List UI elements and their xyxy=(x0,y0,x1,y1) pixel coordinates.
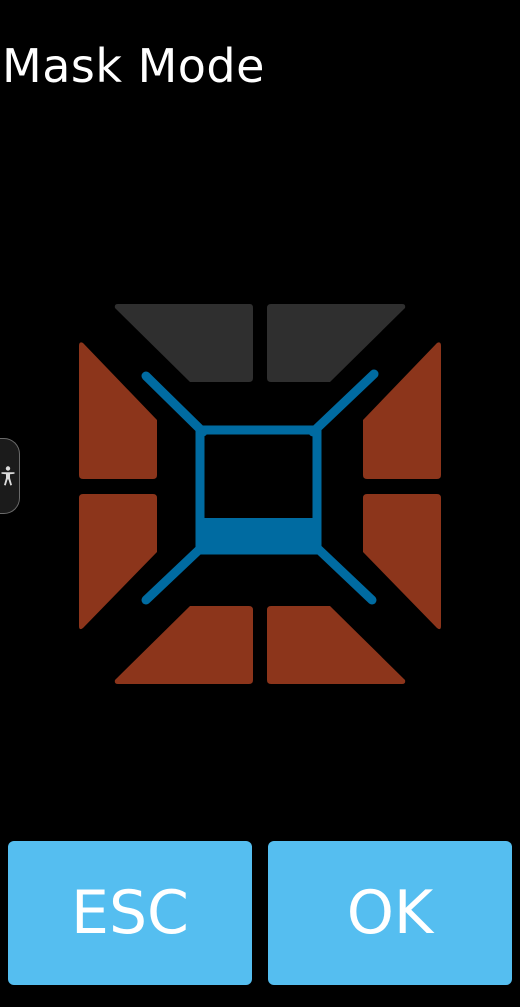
mask-segment-right-top[interactable] xyxy=(363,342,441,479)
esc-button[interactable]: ESC xyxy=(8,841,252,985)
mask-frame xyxy=(141,369,379,605)
mask-segment-bottom-right[interactable] xyxy=(267,606,406,684)
mask-segment-left-top[interactable] xyxy=(79,342,157,479)
frame-diagonal-bottom-right xyxy=(310,541,377,605)
accessibility-side-handle[interactable] xyxy=(0,438,20,514)
ok-button[interactable]: OK xyxy=(268,841,512,985)
mask-segment-top-left[interactable] xyxy=(114,304,253,382)
mask-segment-bottom-left[interactable] xyxy=(114,606,253,684)
mask-segment-top-right[interactable] xyxy=(267,304,406,382)
frame-bottom-bar xyxy=(200,518,317,550)
accessibility-icon xyxy=(1,466,15,486)
mask-segment-left-bottom[interactable] xyxy=(79,494,157,630)
mask-segment-right-bottom[interactable] xyxy=(363,494,441,630)
